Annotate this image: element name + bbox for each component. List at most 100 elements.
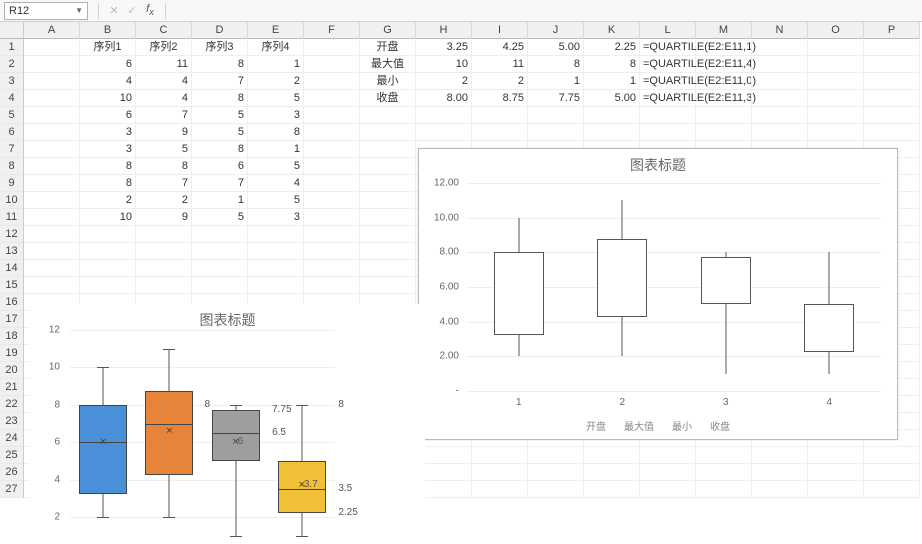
cell[interactable]: [696, 464, 752, 481]
name-box[interactable]: R12 ▼: [4, 2, 88, 20]
cell[interactable]: 4: [80, 73, 136, 90]
cell[interactable]: [864, 481, 920, 498]
cell[interactable]: [24, 192, 80, 209]
row-header[interactable]: 22: [0, 396, 23, 413]
cell[interactable]: 8: [248, 124, 304, 141]
row-header[interactable]: 16: [0, 294, 23, 311]
cell[interactable]: 7: [192, 175, 248, 192]
row-header[interactable]: 14: [0, 260, 23, 277]
cell[interactable]: [528, 481, 584, 498]
cell[interactable]: [864, 447, 920, 464]
row-header[interactable]: 20: [0, 362, 23, 379]
cell[interactable]: [360, 124, 416, 141]
cell[interactable]: [360, 260, 416, 277]
cell[interactable]: 7: [136, 107, 192, 124]
cell[interactable]: 3: [248, 209, 304, 226]
cell[interactable]: [528, 447, 584, 464]
cell[interactable]: 3: [248, 107, 304, 124]
cell[interactable]: [304, 56, 360, 73]
cell[interactable]: 8: [80, 175, 136, 192]
cell[interactable]: [304, 124, 360, 141]
cell[interactable]: [304, 260, 360, 277]
cell[interactable]: [808, 56, 864, 73]
cell[interactable]: [640, 464, 696, 481]
column-header[interactable]: I: [472, 22, 528, 39]
row-header[interactable]: 12: [0, 226, 23, 243]
cell[interactable]: 1: [248, 141, 304, 158]
cell[interactable]: [24, 39, 80, 56]
cell[interactable]: 6: [80, 56, 136, 73]
cell[interactable]: 最小: [360, 73, 416, 90]
cell[interactable]: [584, 124, 640, 141]
cell[interactable]: 8: [192, 56, 248, 73]
cell[interactable]: 序列1: [80, 39, 136, 56]
cell[interactable]: 8: [528, 56, 584, 73]
cell[interactable]: [24, 175, 80, 192]
cell[interactable]: 4: [136, 73, 192, 90]
cell[interactable]: [864, 464, 920, 481]
cell[interactable]: [192, 260, 248, 277]
cell[interactable]: [696, 124, 752, 141]
cell[interactable]: [696, 90, 752, 107]
cell[interactable]: 2: [248, 73, 304, 90]
cell[interactable]: 9: [136, 124, 192, 141]
cell[interactable]: [472, 107, 528, 124]
row-header[interactable]: 26: [0, 464, 23, 481]
cell[interactable]: [304, 175, 360, 192]
cell[interactable]: [696, 447, 752, 464]
cell[interactable]: [864, 56, 920, 73]
cell[interactable]: [24, 107, 80, 124]
cell[interactable]: [808, 481, 864, 498]
chart-candlestick[interactable]: 图表标题 -2.004.006.008.0010.0012.00 1234 开盘…: [418, 148, 898, 440]
fx-icon[interactable]: fx: [141, 3, 159, 17]
cell[interactable]: 2: [136, 192, 192, 209]
cell[interactable]: 序列3: [192, 39, 248, 56]
row-header[interactable]: 1: [0, 39, 23, 56]
cell[interactable]: [584, 447, 640, 464]
cell[interactable]: 6: [80, 107, 136, 124]
cell[interactable]: 8.00: [416, 90, 472, 107]
cell[interactable]: [640, 447, 696, 464]
cell[interactable]: [528, 107, 584, 124]
cell[interactable]: 3.25: [416, 39, 472, 56]
column-header[interactable]: K: [584, 22, 640, 39]
cell[interactable]: [24, 141, 80, 158]
cell[interactable]: [360, 158, 416, 175]
column-header[interactable]: H: [416, 22, 472, 39]
cell[interactable]: 2: [80, 192, 136, 209]
cell[interactable]: [752, 481, 808, 498]
row-header[interactable]: 27: [0, 481, 23, 498]
column-header[interactable]: M: [696, 22, 752, 39]
cell[interactable]: 4: [248, 175, 304, 192]
cell[interactable]: 收盘: [360, 90, 416, 107]
cell[interactable]: 5.00: [584, 90, 640, 107]
cell[interactable]: [304, 73, 360, 90]
cell[interactable]: [360, 107, 416, 124]
cell[interactable]: [304, 107, 360, 124]
cell[interactable]: [752, 124, 808, 141]
cell[interactable]: [360, 192, 416, 209]
column-header[interactable]: L: [640, 22, 696, 39]
cell[interactable]: [304, 90, 360, 107]
cell[interactable]: 7: [192, 73, 248, 90]
cell[interactable]: 1: [248, 56, 304, 73]
cell[interactable]: [80, 260, 136, 277]
cell[interactable]: [808, 73, 864, 90]
cell[interactable]: [24, 90, 80, 107]
cell[interactable]: 序列4: [248, 39, 304, 56]
cell[interactable]: =QUARTILE(E2:E11,1): [640, 39, 696, 56]
cell[interactable]: 5: [248, 90, 304, 107]
cell[interactable]: 10: [80, 90, 136, 107]
cell[interactable]: 2.25: [584, 39, 640, 56]
cell[interactable]: [80, 243, 136, 260]
cell[interactable]: [528, 464, 584, 481]
cell[interactable]: [696, 73, 752, 90]
row-header[interactable]: 21: [0, 379, 23, 396]
cell[interactable]: [696, 481, 752, 498]
row-header[interactable]: 11: [0, 209, 23, 226]
column-header[interactable]: F: [304, 22, 360, 39]
cell[interactable]: 5.00: [528, 39, 584, 56]
row-header[interactable]: 9: [0, 175, 23, 192]
cell[interactable]: =QUARTILE(E2:E11,4): [640, 56, 696, 73]
cell[interactable]: [864, 73, 920, 90]
